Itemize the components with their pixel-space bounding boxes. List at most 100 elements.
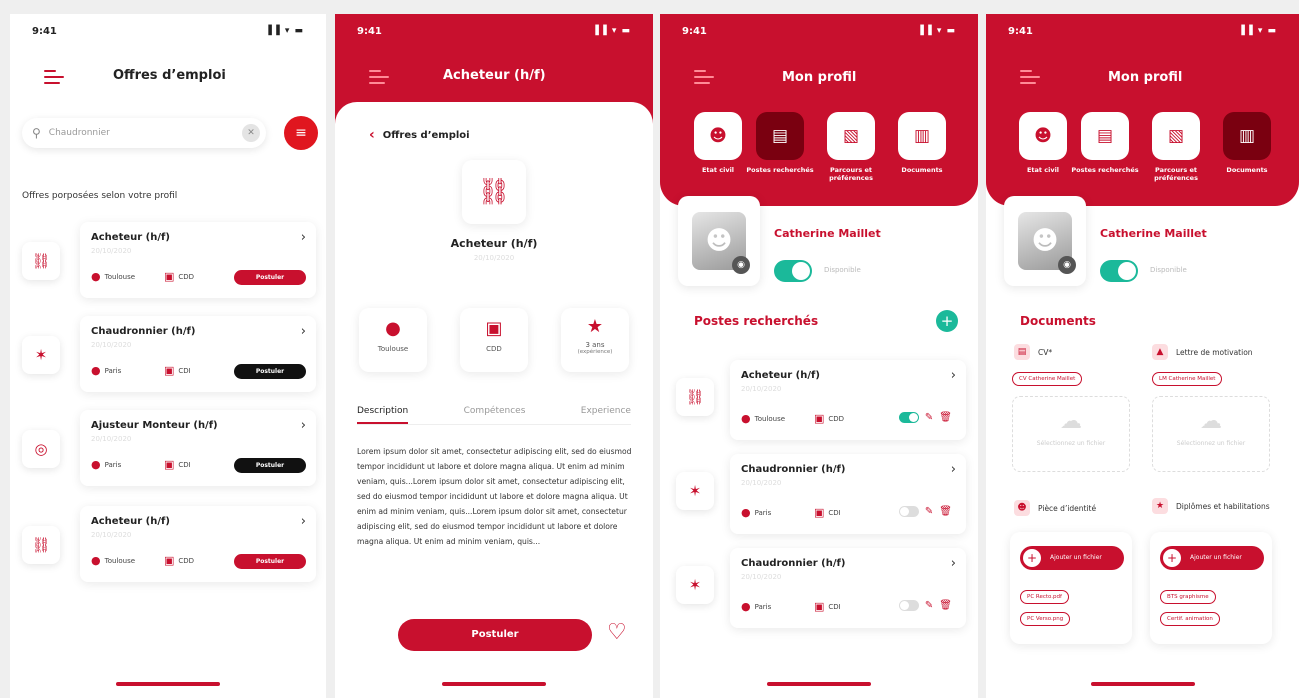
job-location: ● Paris xyxy=(91,458,122,471)
id-card-icon[interactable]: ☻ xyxy=(1019,112,1067,160)
thumbs-up-icon: ▲ xyxy=(1152,344,1168,360)
job-card[interactable]: Ajusteur Monteur (h/f) 20/10/2020 › ● Par… xyxy=(80,410,316,486)
job-actions: ✎ 🗑 xyxy=(898,412,952,423)
camera-icon[interactable]: ◉ xyxy=(732,256,750,274)
chevron-right-icon[interactable]: › xyxy=(301,230,306,245)
tab-competences[interactable]: Compétences xyxy=(464,406,526,424)
active-toggle[interactable] xyxy=(898,412,919,423)
active-toggle[interactable] xyxy=(898,506,919,517)
file-chip[interactable]: BTS graphisme xyxy=(1160,590,1216,604)
path-icon[interactable]: ▧ xyxy=(827,112,875,160)
menu-icon[interactable] xyxy=(44,70,66,84)
location-info: ● Toulouse xyxy=(359,308,427,372)
add-file-button[interactable]: + Ajouter un fichier xyxy=(1160,546,1264,570)
job-location: ● Toulouse xyxy=(91,270,136,283)
file-chip[interactable]: Certif. animation xyxy=(1160,612,1220,626)
location-pin-icon: ● xyxy=(741,412,751,425)
camera-icon[interactable]: ◉ xyxy=(1058,256,1076,274)
experience-info: ★ 3 ans (expérience) xyxy=(561,308,629,372)
chevron-right-icon[interactable]: › xyxy=(301,324,306,339)
status-bar: 9:41 ▐▐ ▾ ▬ xyxy=(335,14,653,48)
edit-icon[interactable]: ✎ xyxy=(925,506,933,517)
file-chip[interactable]: CV Catherine Maillet xyxy=(1012,372,1083,386)
clear-search-icon[interactable]: ✕ xyxy=(242,124,260,142)
heart-icon[interactable]: ♡ xyxy=(607,620,627,645)
availability-toggle[interactable] xyxy=(774,260,812,282)
menu-icon[interactable] xyxy=(369,70,391,84)
id-card-icon[interactable]: ☻ xyxy=(694,112,742,160)
add-file-button[interactable]: + Ajouter un fichier xyxy=(1020,546,1124,570)
apply-button[interactable]: Postuler xyxy=(234,270,306,285)
home-indicator xyxy=(767,682,871,686)
edit-icon[interactable]: ✎ xyxy=(925,600,933,611)
list-icon[interactable]: ▤ xyxy=(1081,112,1129,160)
trash-icon[interactable]: 🗑 xyxy=(939,506,952,517)
filter-button[interactable]: ≡ xyxy=(284,116,318,150)
tab-divider xyxy=(357,424,631,425)
briefcase-icon: ▣ xyxy=(814,506,825,519)
job-date: 20/10/2020 xyxy=(741,573,782,581)
chevron-right-icon[interactable]: › xyxy=(301,418,306,433)
job-card[interactable]: Acheteur (h/f) 20/10/2020 › ● Toulouse ▣ C… xyxy=(730,360,966,440)
truck-icon: ⛓ xyxy=(676,378,714,416)
list-icon[interactable]: ▤ xyxy=(756,112,804,160)
active-toggle[interactable] xyxy=(898,600,919,611)
folder-icon[interactable]: ▥ xyxy=(898,112,946,160)
job-date: 20/10/2020 xyxy=(473,254,515,262)
add-icon[interactable]: + xyxy=(936,310,958,332)
category-label: Parcours et préférences xyxy=(829,166,873,182)
apply-button[interactable]: Postuler xyxy=(398,619,592,651)
location-pin-icon: ● xyxy=(385,318,401,339)
job-title: Chaudronnier (h/f) xyxy=(741,558,846,569)
tab-experience[interactable]: Experience xyxy=(581,406,631,424)
job-date: 20/10/2020 xyxy=(741,479,782,487)
back-link[interactable]: ‹ Offres d’emploi xyxy=(369,127,470,143)
info-label: Toulouse xyxy=(377,345,409,353)
info-label: CDD xyxy=(486,345,502,353)
folder-icon[interactable]: ▥ xyxy=(1223,112,1271,160)
id-label: Pièce d’identité xyxy=(1038,503,1097,513)
file-dropzone[interactable]: ☁ Sélectionnez un fichier xyxy=(1012,396,1130,472)
trash-icon[interactable]: 🗑 xyxy=(939,412,952,423)
job-card[interactable]: Acheteur (h/f) 20/10/2020 › ● Toulouse ▣ C… xyxy=(80,222,316,298)
file-chip[interactable]: PC Recto.pdf xyxy=(1020,590,1069,604)
info-sublabel: (expérience) xyxy=(577,349,613,355)
job-card[interactable]: Acheteur (h/f) 20/10/2020 › ● Toulouse ▣ C… xyxy=(80,506,316,582)
search-field[interactable]: ⚲ Chaudronnier ✕ xyxy=(22,118,266,148)
tab-description[interactable]: Description xyxy=(357,406,409,424)
trash-icon[interactable]: 🗑 xyxy=(939,600,952,611)
chevron-right-icon[interactable]: › xyxy=(951,368,956,383)
job-location: ● Paris xyxy=(741,600,772,613)
id-upload-card: + Ajouter un fichier PC Recto.pdf PC Ver… xyxy=(1010,532,1132,644)
file-dropzone[interactable]: ☁ Sélectionnez un fichier xyxy=(1152,396,1270,472)
menu-icon[interactable] xyxy=(1020,70,1042,84)
contract-info: ▣ CDD xyxy=(460,308,528,372)
availability-toggle[interactable] xyxy=(1100,260,1138,282)
menu-icon[interactable] xyxy=(694,70,716,84)
edit-icon[interactable]: ✎ xyxy=(925,412,933,423)
home-indicator xyxy=(442,682,546,686)
dropzone-text: Sélectionnez un fichier xyxy=(1036,440,1106,447)
document-icon: ▤ xyxy=(1014,344,1030,360)
target-icon: ◎ xyxy=(22,430,60,468)
status-icons: ▐▐ ▾ ▬ xyxy=(264,26,304,36)
status-icons: ▐▐ ▾ ▬ xyxy=(916,26,956,36)
apply-button[interactable]: Postuler xyxy=(234,458,306,473)
file-chip[interactable]: LM Catherine Maillet xyxy=(1152,372,1223,386)
path-icon[interactable]: ▧ xyxy=(1152,112,1200,160)
chevron-right-icon[interactable]: › xyxy=(951,462,956,477)
file-chip[interactable]: PC Verso.png xyxy=(1020,612,1071,626)
job-card[interactable]: Chaudronnier (h/f) 20/10/2020 › ● Paris ▣… xyxy=(730,548,966,628)
apply-button[interactable]: Postuler xyxy=(234,554,306,569)
apply-button[interactable]: Postuler xyxy=(234,364,306,379)
chevron-right-icon[interactable]: › xyxy=(951,556,956,571)
job-contract: ▣ CDD xyxy=(164,270,195,283)
job-date: 20/10/2020 xyxy=(91,435,132,443)
chevron-right-icon[interactable]: › xyxy=(301,514,306,529)
status-icons: ▐▐ ▾ ▬ xyxy=(591,26,631,36)
category-label: Documents xyxy=(1226,166,1268,174)
avatar-card: ☻ ◉ xyxy=(1004,196,1086,286)
job-card[interactable]: Chaudronnier (h/f) 20/10/2020 › ● Paris ▣… xyxy=(730,454,966,534)
job-card[interactable]: Chaudronnier (h/f) 20/10/2020 › ● Paris ▣… xyxy=(80,316,316,392)
location-pin-icon: ● xyxy=(91,270,101,283)
